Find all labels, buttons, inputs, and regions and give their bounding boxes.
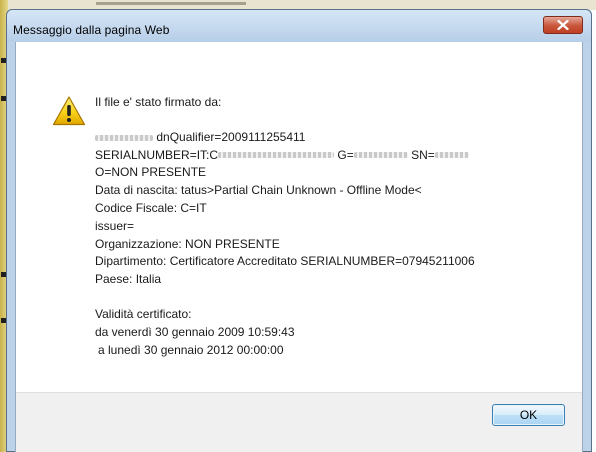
- certificate-message: Il file e' stato firmato da: dnQualifier…: [95, 94, 565, 359]
- serial-number-line: SERIALNUMBER=IT:C G= SN=: [95, 147, 565, 165]
- birth-date-line: Data di nascita: tatus>Partial Chain Unk…: [95, 183, 422, 198]
- valid-from-line: da venerdì 30 gennaio 2009 10:59:43: [95, 324, 295, 339]
- issuer-line: issuer=: [95, 218, 135, 233]
- valid-to-line: a lunedì 30 gennaio 2012 00:00:00: [98, 342, 284, 357]
- country-line: Paese: Italia: [95, 272, 162, 287]
- redacted-text: [353, 152, 408, 159]
- department-line: Dipartimento: Certificatore Accreditato …: [95, 254, 475, 269]
- dialog-title: Messaggio dalla pagina Web: [13, 23, 170, 37]
- redacted-text: [218, 152, 335, 159]
- surname-text: SN=: [411, 147, 435, 162]
- organization-line: Organizzazione: NON PRESENTE: [95, 236, 280, 251]
- redacted-text: [434, 152, 469, 159]
- dialog-titlebar[interactable]: Messaggio dalla pagina Web: [7, 10, 591, 42]
- ok-button[interactable]: OK: [492, 404, 565, 426]
- message-dialog: Messaggio dalla pagina Web Il file e' st…: [6, 9, 592, 452]
- given-name-text: G=: [337, 147, 354, 162]
- serial-number-text: SERIALNUMBER=IT:C: [95, 147, 219, 162]
- dn-qualifier-text: dnQualifier=2009111255411: [156, 129, 306, 144]
- validity-title: Validità certificato:: [95, 306, 192, 321]
- screen: Messaggio dalla pagina Web Il file e' st…: [0, 0, 596, 452]
- fiscal-code-line: Codice Fiscale: C=IT: [95, 200, 207, 215]
- org-line: O=NON PRESENTE: [95, 165, 207, 180]
- redacted-text: [95, 134, 153, 141]
- intro-text: Il file e' stato firmato da:: [95, 95, 222, 109]
- dialog-body: Il file e' stato firmato da: dnQualifier…: [15, 42, 583, 452]
- dn-qualifier-line: dnQualifier=2009111255411: [95, 129, 565, 147]
- close-icon: [557, 20, 569, 30]
- warning-triangle-icon: [52, 96, 86, 126]
- dialog-footer: OK: [16, 392, 582, 452]
- close-button[interactable]: [543, 16, 583, 34]
